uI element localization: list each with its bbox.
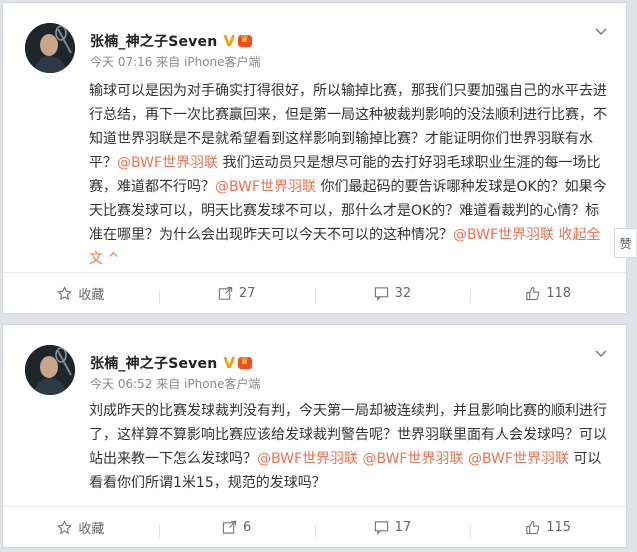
post-content: 刘成昨天的比赛发球裁判没有判，今天第一局却被连续判，并且影响比赛的顺利进行了，这… bbox=[89, 399, 611, 495]
favorite-label: 收藏 bbox=[78, 521, 105, 537]
post-meta[interactable]: 今天 06:52 来自 iPhone客户端 bbox=[90, 375, 261, 392]
like-count: 118 bbox=[546, 285, 572, 301]
comment-icon bbox=[374, 520, 388, 535]
favorite-button[interactable]: 收藏 bbox=[3, 284, 159, 303]
comment-count: 32 bbox=[394, 285, 412, 301]
floating-like-button[interactable]: 赞 bbox=[614, 228, 636, 258]
chevron-down-icon[interactable] bbox=[594, 25, 608, 39]
favorite-button[interactable]: 收藏 bbox=[3, 518, 159, 537]
mention-link[interactable]: @BWF世界羽联 bbox=[453, 227, 554, 243]
post-meta[interactable]: 今天 07:16 来自 iPhone客户端 bbox=[90, 53, 261, 70]
member-crown-icon[interactable] bbox=[237, 356, 252, 369]
avatar-image bbox=[25, 23, 75, 73]
post-actions: 收藏 27 32 118 bbox=[3, 272, 626, 313]
mention-link[interactable]: @BWF世界羽联 bbox=[215, 179, 316, 195]
avatar-image bbox=[25, 345, 75, 395]
comment-icon bbox=[374, 286, 388, 301]
repost-icon bbox=[218, 286, 232, 300]
author-name[interactable]: 张楠_神之子Seven bbox=[90, 31, 217, 51]
post-content: 输球可以是因为对手确实打得很好，所以输掉比赛，那我们只要加强自己的水平去进行总结… bbox=[89, 79, 611, 271]
chevron-down-icon[interactable] bbox=[594, 347, 608, 361]
like-count: 115 bbox=[546, 519, 572, 535]
mention-link[interactable]: @BWF世界羽联 bbox=[117, 155, 218, 171]
avatar[interactable] bbox=[25, 23, 75, 73]
member-crown-icon[interactable] bbox=[237, 34, 252, 47]
star-icon bbox=[57, 519, 73, 534]
avatar[interactable] bbox=[25, 345, 75, 395]
mention-link[interactable]: @BWF世界羽联 bbox=[468, 451, 569, 467]
author-name[interactable]: 张楠_神之子Seven bbox=[90, 353, 217, 373]
comment-button[interactable]: 17 bbox=[314, 519, 471, 538]
comment-button[interactable]: 32 bbox=[314, 285, 471, 304]
star-icon bbox=[57, 285, 73, 300]
favorite-label: 收藏 bbox=[78, 287, 105, 303]
verified-badge-icon: V bbox=[223, 31, 235, 50]
weibo-post-card: 张楠_神之子Seven V 今天 06:52 来自 iPhone客户端 刘成昨天… bbox=[2, 324, 627, 548]
comment-count: 17 bbox=[394, 519, 412, 535]
repost-button[interactable]: 6 bbox=[158, 519, 315, 538]
repost-button[interactable]: 27 bbox=[158, 285, 315, 304]
repost-icon bbox=[222, 520, 237, 534]
like-button[interactable]: 115 bbox=[470, 519, 626, 538]
thumbs-up-icon bbox=[526, 520, 540, 534]
weibo-post-card: 张楠_神之子Seven V 今天 07:16 来自 iPhone客户端 输球可以… bbox=[2, 2, 627, 314]
like-button[interactable]: 118 bbox=[470, 285, 626, 304]
mention-link[interactable]: @BWF世界羽联 bbox=[362, 451, 463, 467]
post-actions: 收藏 6 17 115 bbox=[3, 506, 626, 547]
repost-count: 27 bbox=[238, 285, 256, 301]
mention-link[interactable]: @BWF世界羽联 bbox=[257, 451, 358, 467]
repost-count: 6 bbox=[242, 519, 252, 535]
thumbs-up-icon bbox=[526, 286, 540, 300]
verified-badge-icon: V bbox=[223, 353, 235, 372]
